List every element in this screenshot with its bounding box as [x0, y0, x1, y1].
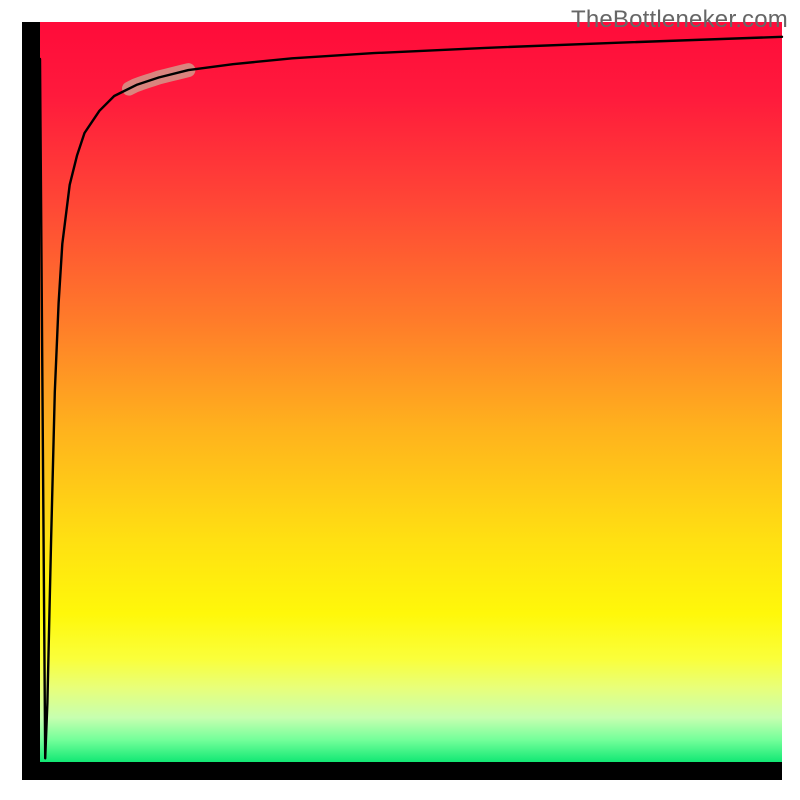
curve-layer	[40, 22, 782, 762]
chart-stage: TheBottleneker.com	[0, 0, 800, 800]
y-axis	[22, 22, 40, 778]
watermark-text: TheBottleneker.com	[571, 6, 788, 34]
x-axis	[22, 762, 782, 780]
bottleneck-curve	[40, 37, 782, 759]
